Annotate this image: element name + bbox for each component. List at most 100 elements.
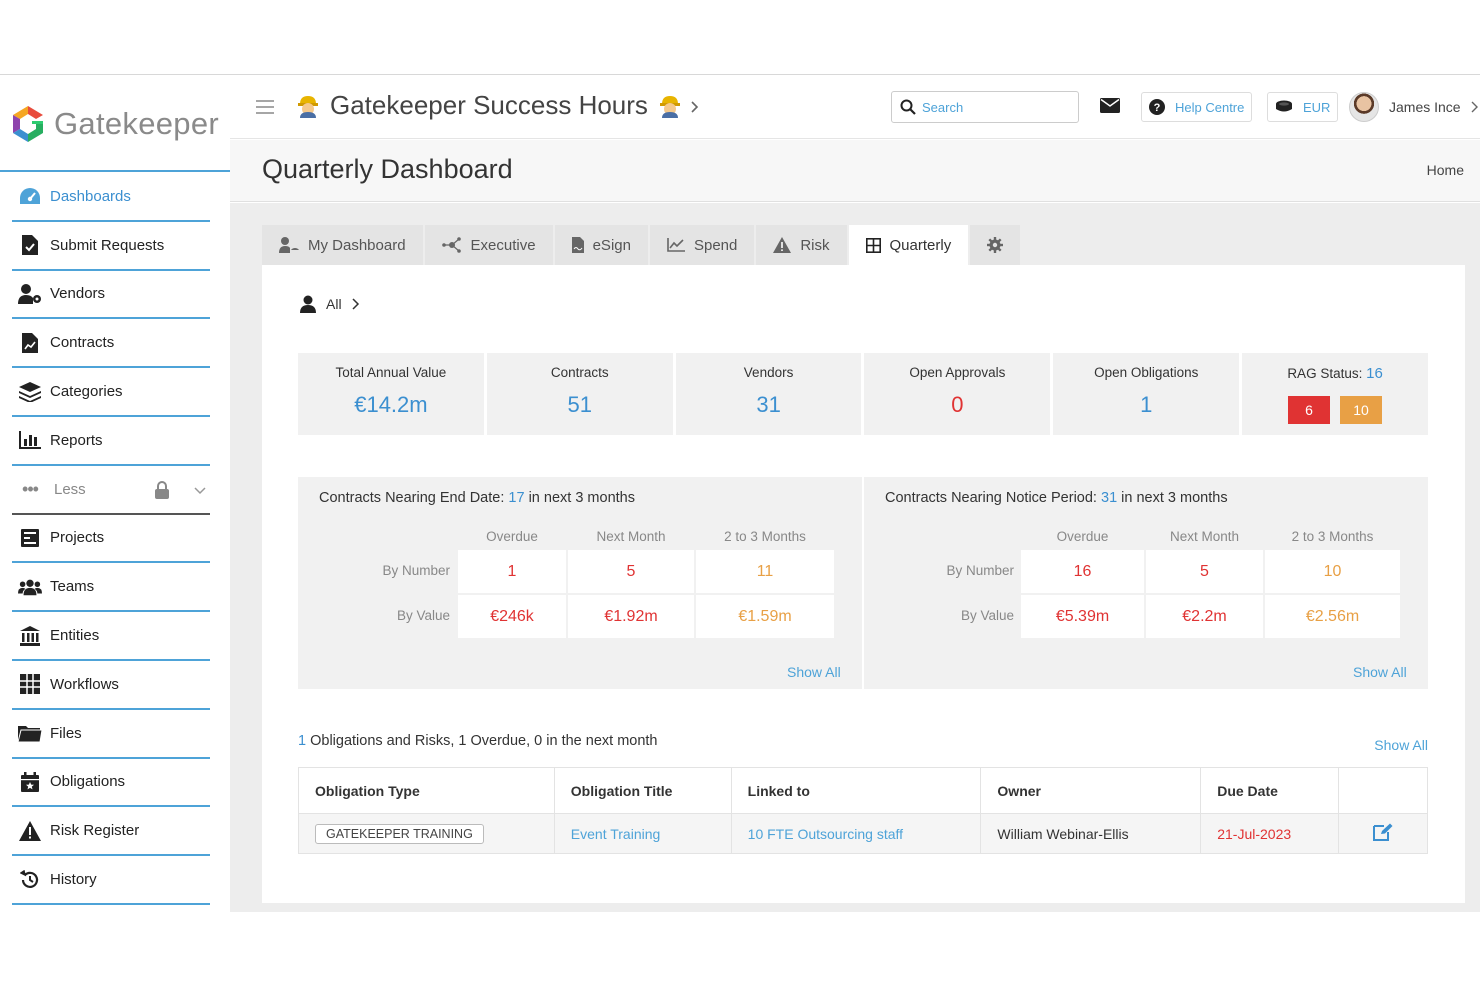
notice-cell[interactable]: €2.56m — [1265, 595, 1400, 638]
mail-icon[interactable] — [1100, 98, 1120, 118]
rag-amber-badge[interactable]: 10 — [1340, 396, 1383, 424]
sidebar-item-less[interactable]: ••• Less — [12, 466, 210, 515]
user-gear-icon — [18, 283, 42, 305]
chevron-right-icon — [1471, 101, 1478, 113]
end-date-cell[interactable]: 5 — [568, 550, 694, 593]
gear-icon — [987, 237, 1004, 253]
tab-label: My Dashboard — [308, 236, 406, 254]
tab-my-dashboard[interactable]: My Dashboard — [262, 225, 423, 265]
edit-icon[interactable] — [1373, 823, 1393, 841]
sidebar-item-history[interactable]: History — [12, 856, 210, 905]
end-date-cell[interactable]: 11 — [696, 550, 834, 593]
kpi-contracts[interactable]: Contracts 51 — [486, 353, 673, 435]
obligations-summary: 1 Obligations and Risks, 1 Overdue, 0 in… — [298, 733, 658, 749]
show-all-link[interactable]: Show All — [1353, 664, 1407, 680]
kpi-vendors[interactable]: Vendors 31 — [675, 353, 862, 435]
user-menu[interactable]: James Ince — [1349, 92, 1479, 122]
sidebar-item-label: Less — [54, 480, 86, 498]
sidebar-item-label: Risk Register — [50, 822, 140, 840]
kpi-open-approvals[interactable]: Open Approvals 0 — [864, 353, 1051, 435]
coins-icon — [1276, 100, 1292, 112]
notice-cell[interactable]: 16 — [1021, 550, 1144, 593]
sidebar-item-risk-register[interactable]: Risk Register — [12, 807, 210, 857]
sidebar-item-contracts[interactable]: Contracts — [12, 319, 210, 369]
chevron-right-icon[interactable] — [691, 100, 699, 118]
layers-icon — [18, 381, 42, 403]
grid-icon — [865, 237, 881, 253]
end-date-cell[interactable]: €1.59m — [696, 595, 834, 638]
calendar-star-icon — [18, 771, 42, 793]
column-header[interactable]: Obligation Title — [554, 767, 732, 814]
user-name: James Ince — [1389, 99, 1461, 115]
dashboard-gauge-icon — [18, 185, 42, 207]
sidebar-item-obligations[interactable]: Obligations — [12, 759, 210, 808]
column-header[interactable]: Due Date — [1200, 767, 1340, 814]
page-title: Quarterly Dashboard — [262, 154, 513, 184]
show-all-link[interactable]: Show All — [787, 664, 841, 680]
sidebar-item-submit-requests[interactable]: Submit Requests — [12, 222, 210, 271]
avatar — [1349, 92, 1379, 122]
tab-settings[interactable] — [970, 225, 1021, 265]
sidebar-item-workflows[interactable]: Workflows — [12, 661, 210, 710]
end-date-cell[interactable]: €1.92m — [568, 595, 694, 638]
sidebar-item-entities[interactable]: Entities — [12, 612, 210, 661]
breadcrumb-home[interactable]: Home — [1427, 162, 1464, 178]
notice-cell[interactable]: 10 — [1265, 550, 1400, 593]
sidebar-item-dashboards[interactable]: Dashboards — [12, 173, 210, 222]
notice-cell[interactable]: 5 — [1146, 550, 1263, 593]
sidebar-item-vendors[interactable]: Vendors — [12, 271, 210, 320]
kpi-row: Total Annual Value €14.2m Contracts 51 V… — [298, 353, 1428, 435]
kpi-total-annual-value[interactable]: Total Annual Value €14.2m — [298, 353, 484, 435]
rag-red-badge[interactable]: 6 — [1288, 396, 1331, 424]
search-input[interactable] — [922, 99, 1062, 115]
sidebar-item-categories[interactable]: Categories — [12, 368, 210, 417]
column-header-actions — [1338, 767, 1428, 814]
tab-executive[interactable]: Executive — [424, 225, 553, 265]
obligations-count[interactable]: 1 — [298, 733, 306, 749]
end-date-widget: Contracts Nearing End Date: 17 in next 3… — [298, 477, 862, 689]
column-header[interactable]: Linked to — [731, 767, 982, 814]
sidebar-item-files[interactable]: Files — [12, 710, 210, 759]
notice-title: Contracts Nearing Notice Period: 31 in n… — [885, 490, 1228, 506]
tab-spend[interactable]: Spend — [649, 225, 755, 265]
sidebar-item-reports[interactable]: Reports — [12, 417, 210, 466]
kpi-rag-status[interactable]: RAG Status: 16 6 10 — [1242, 353, 1428, 435]
notice-prefix: Contracts Nearing Notice Period: — [885, 490, 1097, 506]
lock-icon[interactable] — [154, 480, 170, 503]
end-date-count[interactable]: 17 — [508, 490, 524, 506]
bar-chart-icon — [18, 429, 42, 451]
app-logo[interactable]: Gatekeeper — [10, 102, 219, 146]
owner-cell: William Webinar-Ellis — [980, 813, 1202, 854]
tab-esign[interactable]: eSign — [554, 225, 648, 265]
owner-filter[interactable]: All — [300, 295, 360, 313]
help-centre-button[interactable]: ? Help Centre — [1141, 92, 1253, 122]
linked-to-link[interactable]: 10 FTE Outsourcing staff — [748, 826, 903, 842]
sidebar-item-label: Contracts — [50, 334, 115, 352]
sidebar-item-label: Submit Requests — [50, 236, 165, 254]
kpi-label: Contracts — [550, 365, 609, 380]
sidebar-item-teams[interactable]: Teams — [12, 563, 210, 613]
kpi-open-obligations[interactable]: Open Obligations 1 — [1053, 353, 1240, 435]
sidebar-item-projects[interactable]: Projects — [12, 515, 210, 564]
chevron-down-icon[interactable] — [194, 482, 206, 499]
column-header[interactable]: Obligation Type — [298, 767, 555, 814]
notice-cell[interactable]: €5.39m — [1021, 595, 1144, 638]
end-date-title: Contracts Nearing End Date: 17 in next 3… — [319, 490, 635, 506]
sidebar-item-label: Teams — [50, 578, 95, 596]
currency-selector[interactable]: EUR — [1267, 92, 1339, 122]
end-date-cell[interactable]: €246k — [458, 595, 566, 638]
tab-quarterly[interactable]: Quarterly — [848, 225, 969, 265]
obligation-title-link[interactable]: Event Training — [571, 826, 661, 842]
tab-risk[interactable]: Risk — [756, 225, 847, 265]
hamburger-menu-icon[interactable] — [256, 100, 274, 119]
column-header[interactable]: Owner — [980, 767, 1202, 814]
obligation-type-tag: GATEKEEPER TRAINING — [315, 823, 484, 844]
tab-label: eSign — [592, 236, 631, 254]
show-all-link[interactable]: Show All — [1374, 737, 1428, 753]
tab-label: Executive — [470, 236, 536, 254]
end-date-cell[interactable]: 1 — [458, 550, 566, 593]
notice-cell[interactable]: €2.2m — [1146, 595, 1263, 638]
notice-count[interactable]: 31 — [1101, 490, 1117, 506]
workspace-title[interactable]: Gatekeeper Success Hours — [296, 90, 682, 121]
end-date-suffix: in next 3 months — [528, 490, 635, 506]
